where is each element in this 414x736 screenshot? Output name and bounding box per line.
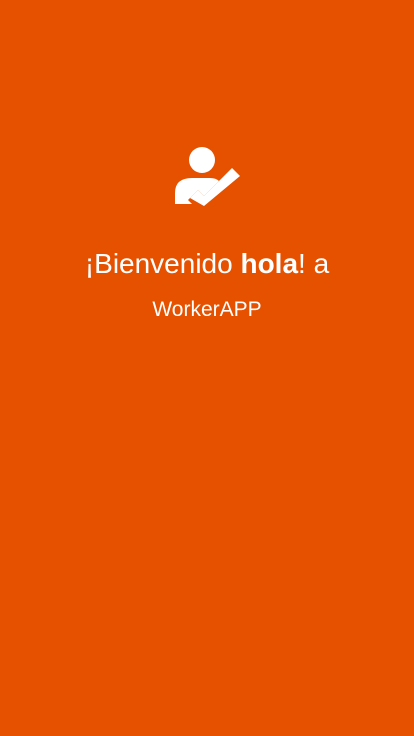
welcome-screen: ¡Bienvenido hola! a WorkerAPP (0, 0, 414, 736)
welcome-heading: ¡Bienvenido hola! a (0, 244, 414, 284)
welcome-prefix: ¡Bienvenido (84, 248, 241, 279)
welcome-suffix: ! a (298, 248, 330, 279)
user-check-icon (174, 146, 242, 206)
welcome-username: hola (240, 248, 299, 279)
app-name: WorkerAPP (152, 298, 262, 321)
